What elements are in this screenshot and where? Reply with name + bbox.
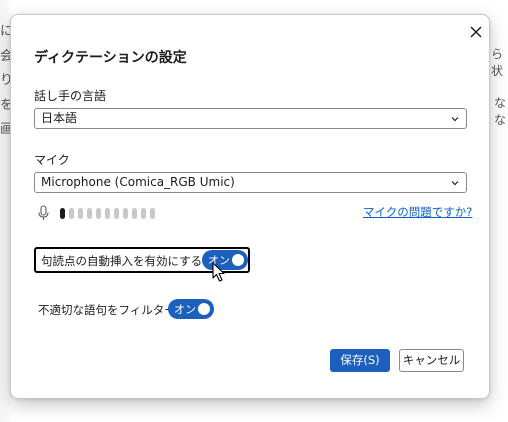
background-text: ら 状	[491, 47, 504, 78]
level-dot	[69, 208, 74, 219]
toggle-state-text: オン	[174, 303, 196, 316]
chevron-down-icon	[451, 117, 459, 122]
microphone-help-link[interactable]: マイクの問題ですか?	[363, 204, 472, 220]
toggle-knob	[232, 254, 244, 266]
language-label: 話し手の言語	[34, 89, 107, 103]
level-dot	[114, 208, 119, 219]
background-text: なな	[494, 96, 507, 127]
microphone-level-meter	[38, 205, 155, 221]
microphone-label: マイク	[34, 153, 70, 167]
close-button[interactable]	[465, 21, 487, 43]
level-dot	[105, 208, 110, 219]
level-dot	[78, 208, 83, 219]
level-dot	[141, 208, 146, 219]
auto-punctuation-label: 句読点の自動挿入を有効にする	[41, 254, 203, 268]
level-dots	[60, 208, 155, 219]
level-dot	[150, 208, 155, 219]
profanity-filter-label: 不適切な語句をフィルター	[38, 303, 176, 317]
toggle-knob	[198, 303, 210, 315]
level-dot	[60, 208, 65, 219]
close-icon	[470, 26, 482, 38]
microphone-select-value: Microphone (Comica_RGB Umic)	[41, 175, 235, 189]
profanity-filter-toggle[interactable]: オン	[168, 299, 214, 319]
language-select-value: 日本語	[41, 111, 78, 125]
level-dot	[87, 208, 92, 219]
level-dot	[132, 208, 137, 219]
dialog-title: ディクテーションの設定	[34, 50, 187, 66]
level-dot	[96, 208, 101, 219]
level-dot	[123, 208, 128, 219]
cancel-button[interactable]: キャンセル	[399, 349, 464, 372]
chevron-down-icon	[451, 181, 459, 186]
save-button[interactable]: 保存(S)	[330, 349, 390, 372]
microphone-icon	[38, 205, 49, 220]
dictation-settings-dialog: ディクテーションの設定 話し手の言語 日本語 マイク Microphone (C…	[10, 14, 490, 399]
language-select[interactable]: 日本語	[34, 108, 467, 129]
mouse-cursor-icon	[212, 262, 225, 282]
microphone-select[interactable]: Microphone (Comica_RGB Umic)	[34, 172, 467, 193]
